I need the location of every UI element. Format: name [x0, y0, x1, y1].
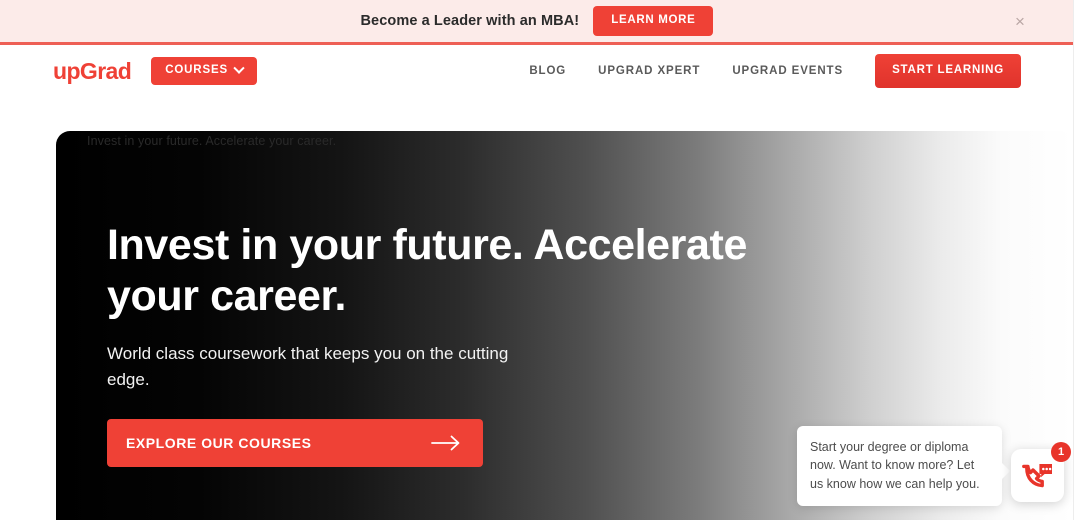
courses-dropdown-button[interactable]: COURSES [151, 57, 258, 85]
nav-right-group: BLOG UPGRAD XPERT UPGRAD EVENTS START LE… [529, 54, 1021, 88]
phone-chat-icon [1021, 463, 1052, 487]
explore-courses-label: EXPLORE OUR COURSES [126, 435, 312, 452]
close-icon[interactable]: × [1009, 10, 1031, 32]
chevron-down-icon [233, 62, 245, 74]
arrow-right-icon [431, 435, 460, 451]
promo-banner-text: Become a Leader with an MBA! [360, 13, 580, 29]
promo-banner-content: Become a Leader with an MBA! LEARN MORE [360, 6, 713, 36]
explore-our-courses-button[interactable]: EXPLORE OUR COURSES [107, 419, 483, 468]
page-root: Become a Leader with an MBA! LEARN MORE … [0, 0, 1080, 520]
vertical-scrollbar[interactable] [1073, 0, 1080, 520]
hero-content: Invest in your future. Accelerate your c… [107, 220, 747, 468]
upgrad-logo[interactable]: upGrad [53, 59, 132, 83]
chat-widget: Start your degree or diploma now. Want t… [797, 425, 1071, 506]
chat-tooltip: Start your degree or diploma now. Want t… [797, 425, 1010, 506]
courses-button-label: COURSES [165, 64, 229, 77]
nav-link-upgrad-xpert[interactable]: UPGRAD XPERT [598, 65, 700, 77]
hero-subtitle: World class coursework that keeps you on… [107, 344, 509, 389]
nav-link-blog[interactable]: BLOG [529, 65, 566, 77]
main-navigation: upGrad COURSES BLOG UPGRAD XPERT UPGRAD … [0, 48, 1073, 94]
nav-left-group: upGrad COURSES [53, 57, 258, 85]
promo-banner: Become a Leader with an MBA! LEARN MORE … [0, 0, 1073, 45]
page-title: Invest in your future. Accelerate your c… [107, 221, 747, 321]
nav-link-upgrad-events[interactable]: UPGRAD EVENTS [732, 65, 843, 77]
chat-tooltip-text: Start your degree or diploma now. Want t… [810, 439, 980, 491]
chat-unread-badge: 1 [1051, 442, 1071, 462]
learn-more-button[interactable]: LEARN MORE [593, 6, 713, 36]
hero-image-alt-text: Invest in your future. Accelerate your c… [87, 134, 337, 148]
chat-launcher-button[interactable]: 1 [1011, 442, 1071, 502]
start-learning-button[interactable]: START LEARNING [875, 54, 1021, 88]
